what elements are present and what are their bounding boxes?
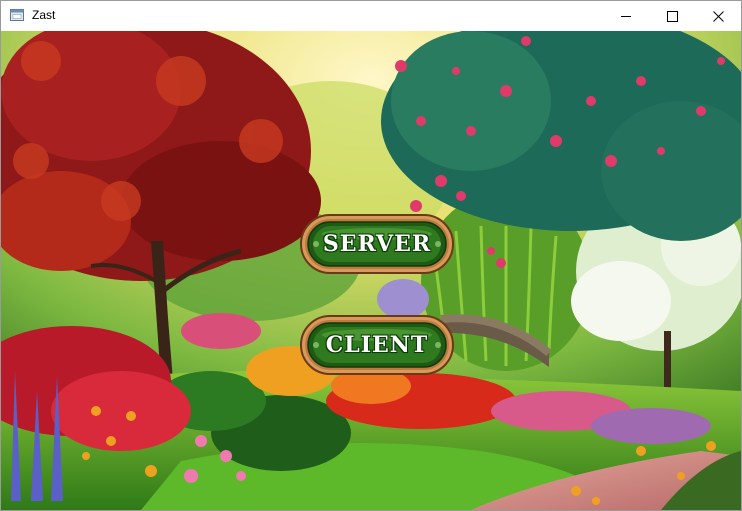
minimize-button[interactable]: [603, 1, 649, 31]
close-icon: [712, 10, 724, 22]
client-button[interactable]: CLIENT: [300, 315, 454, 375]
minimize-icon: [620, 15, 631, 17]
window-title: Zast: [32, 8, 56, 22]
server-button[interactable]: SERVER: [300, 214, 454, 274]
maximize-button[interactable]: [649, 1, 695, 31]
game-canvas: SERVER CLIENT: [1, 31, 741, 510]
server-button-label: SERVER: [322, 231, 432, 257]
title-bar[interactable]: Zast: [1, 1, 741, 31]
maximize-icon: [666, 10, 678, 22]
app-icon: [10, 9, 24, 21]
client-button-label: CLIENT: [325, 332, 429, 358]
app-window: Zast SERVER CLIENT: [0, 0, 742, 511]
close-button[interactable]: [695, 1, 741, 31]
